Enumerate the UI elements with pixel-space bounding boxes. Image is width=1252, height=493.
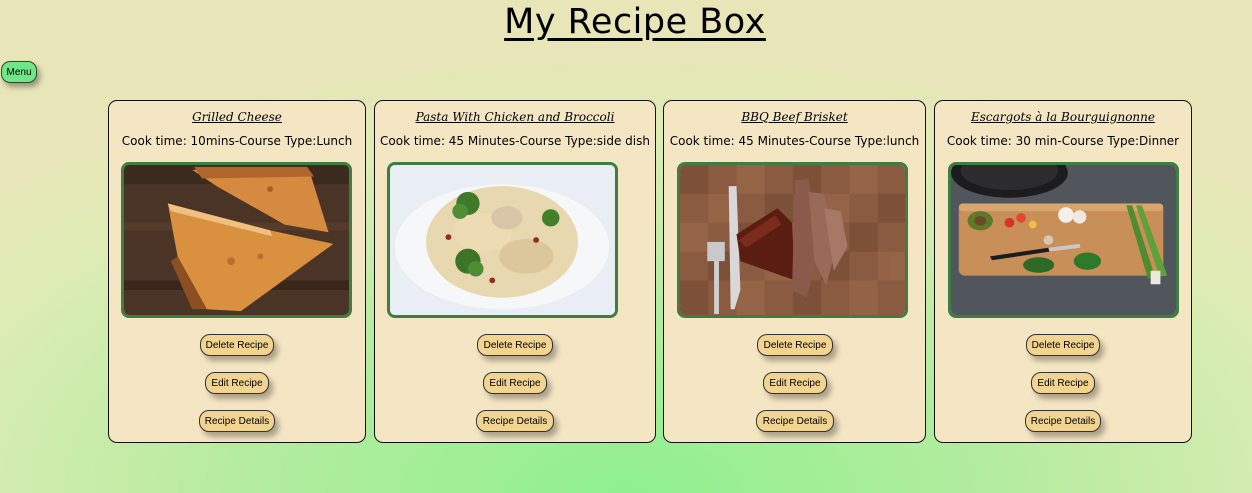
recipe-meta: Cook time: 45 Minutes-Course Type:lunch <box>669 134 920 148</box>
recipe-card: Grilled Cheese Cook time: 10mins-Course … <box>108 100 366 443</box>
recipe-title[interactable]: Pasta With Chicken and Broccoli <box>375 110 655 124</box>
recipe-meta: Cook time: 45 Minutes-Course Type:side d… <box>380 134 650 148</box>
recipe-image <box>121 162 352 318</box>
recipe-meta: Cook time: 30 min-Course Type:Dinner <box>946 134 1180 148</box>
page-title: My Recipe Box <box>504 2 766 42</box>
recipe-image <box>677 162 908 318</box>
recipe-title[interactable]: BBQ Beef Brisket <box>664 110 925 124</box>
recipe-card: Escargots à la Bourguignonne Cook time: … <box>934 100 1192 443</box>
recipe-details-button[interactable]: Recipe Details <box>476 410 554 432</box>
recipe-card: BBQ Beef Brisket Cook time: 45 Minutes-C… <box>663 100 926 443</box>
recipe-title[interactable]: Escargots à la Bourguignonne <box>935 110 1191 124</box>
delete-recipe-button[interactable]: Delete Recipe <box>477 334 553 356</box>
edit-recipe-button[interactable]: Edit Recipe <box>1031 372 1095 394</box>
recipe-card: Pasta With Chicken and Broccoli Cook tim… <box>374 100 656 443</box>
delete-recipe-button[interactable]: Delete Recipe <box>757 334 833 356</box>
delete-recipe-button[interactable]: Delete Recipe <box>1026 334 1100 356</box>
recipe-details-button[interactable]: Recipe Details <box>1025 410 1101 432</box>
recipe-image <box>948 162 1179 318</box>
recipe-meta: Cook time: 10mins-Course Type:Lunch <box>121 134 353 148</box>
recipe-image <box>387 162 618 318</box>
delete-recipe-button[interactable]: Delete Recipe <box>200 334 274 356</box>
recipe-title[interactable]: Grilled Cheese <box>109 110 365 124</box>
edit-recipe-button[interactable]: Edit Recipe <box>763 372 827 394</box>
menu-button[interactable]: Menu <box>1 61 37 83</box>
edit-recipe-button[interactable]: Edit Recipe <box>483 372 547 394</box>
recipe-details-button[interactable]: Recipe Details <box>756 410 834 432</box>
recipe-details-button[interactable]: Recipe Details <box>199 410 275 432</box>
edit-recipe-button[interactable]: Edit Recipe <box>205 372 269 394</box>
